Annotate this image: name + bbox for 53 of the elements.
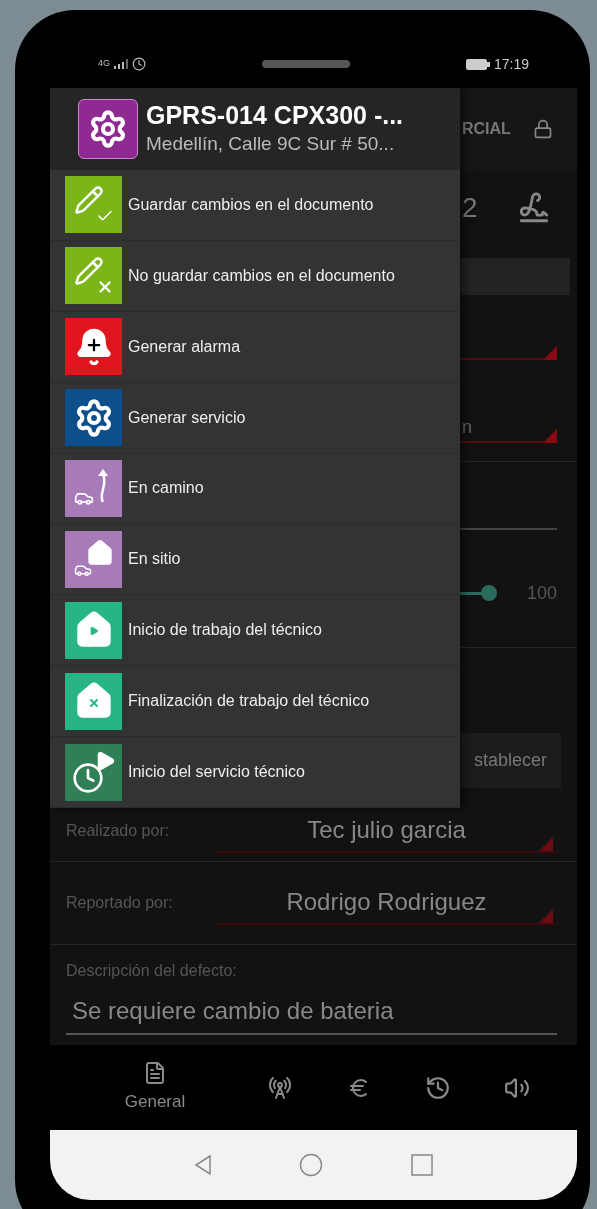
menu-item-label: Inicio del servicio técnico (128, 762, 305, 783)
drawer-menu-item[interactable]: Inicio de trabajo del técnico (50, 595, 460, 667)
slider-reading: 100 (526, 582, 557, 605)
menu-item-label: No guardar cambios en el documento (128, 265, 395, 286)
drawer-menu-item[interactable]: Inicio del servicio técnico (50, 737, 460, 809)
menu-item-icon (65, 601, 122, 659)
slider-thumb[interactable] (480, 585, 497, 601)
menu-item-label: Inicio de trabajo del técnico (128, 620, 322, 641)
menu-item-label: Generar alarma (128, 336, 241, 357)
app-bar-title: RCIAL (462, 119, 511, 139)
drawer-menu-item[interactable]: No guardar cambios en el documento (50, 240, 460, 312)
menu-item-icon (65, 530, 122, 588)
network-label: 4G (98, 57, 110, 71)
drawer-menu-item[interactable]: Generar alarma (50, 311, 460, 383)
antenna-icon (267, 1075, 292, 1100)
menu-item-icon (65, 389, 122, 447)
signal-icon (114, 59, 128, 69)
text-field[interactable]: Se requiere cambio de bateria (66, 993, 557, 1035)
menu-item-label: Finalización de trabajo del técnico (128, 691, 370, 712)
menu-item-icon (65, 672, 122, 730)
drawer-menu-item[interactable]: Finalización de trabajo del técnico (50, 666, 460, 738)
menu-item-label: En camino (128, 478, 204, 499)
menu-item-icon (65, 318, 122, 376)
menu-item-icon (65, 176, 122, 234)
menu-item-label: En sitio (128, 549, 181, 570)
lock-icon[interactable] (533, 119, 553, 139)
app-logo-icon (78, 98, 138, 159)
drawer-menu-item[interactable]: Generar servicio (50, 382, 460, 454)
dropdown-field[interactable]: Rodrigo Rodriguez (216, 881, 557, 925)
menu-item-icon (65, 247, 122, 305)
signature-icon[interactable] (517, 190, 551, 225)
menu-item-icon (65, 743, 122, 801)
back-icon[interactable] (193, 1154, 212, 1176)
drawer-menu-item[interactable]: Guardar cambios en el documento (50, 169, 460, 241)
alarm-icon (132, 57, 146, 71)
field-label: Reportado por: (66, 893, 174, 913)
field-text: n (462, 417, 472, 437)
drawer-subtitle: Medellín, Calle 9C Sur # 50... (146, 131, 396, 156)
drawer-menu-item[interactable]: En camino (50, 453, 460, 525)
value-text: 2 (462, 190, 478, 225)
drawer-title: GPRS-014 CPX300 -... (146, 99, 404, 130)
field-label: Realizado por: (66, 820, 171, 841)
home-icon[interactable] (299, 1153, 324, 1177)
drawer-menu-item[interactable]: En sitio (50, 524, 460, 596)
history-icon (425, 1074, 452, 1101)
field-label: Descripción del defecto: (66, 961, 238, 981)
document-icon (143, 1060, 167, 1085)
battery-icon (465, 58, 490, 70)
menu-item-label: Guardar cambios en el documento (128, 194, 374, 215)
bottom-nav-tab[interactable]: General (70, 1060, 240, 1115)
clock-time: 17:19 (493, 54, 529, 74)
menu-item-label: Generar servicio (128, 407, 246, 428)
menu-item-icon (65, 459, 122, 517)
